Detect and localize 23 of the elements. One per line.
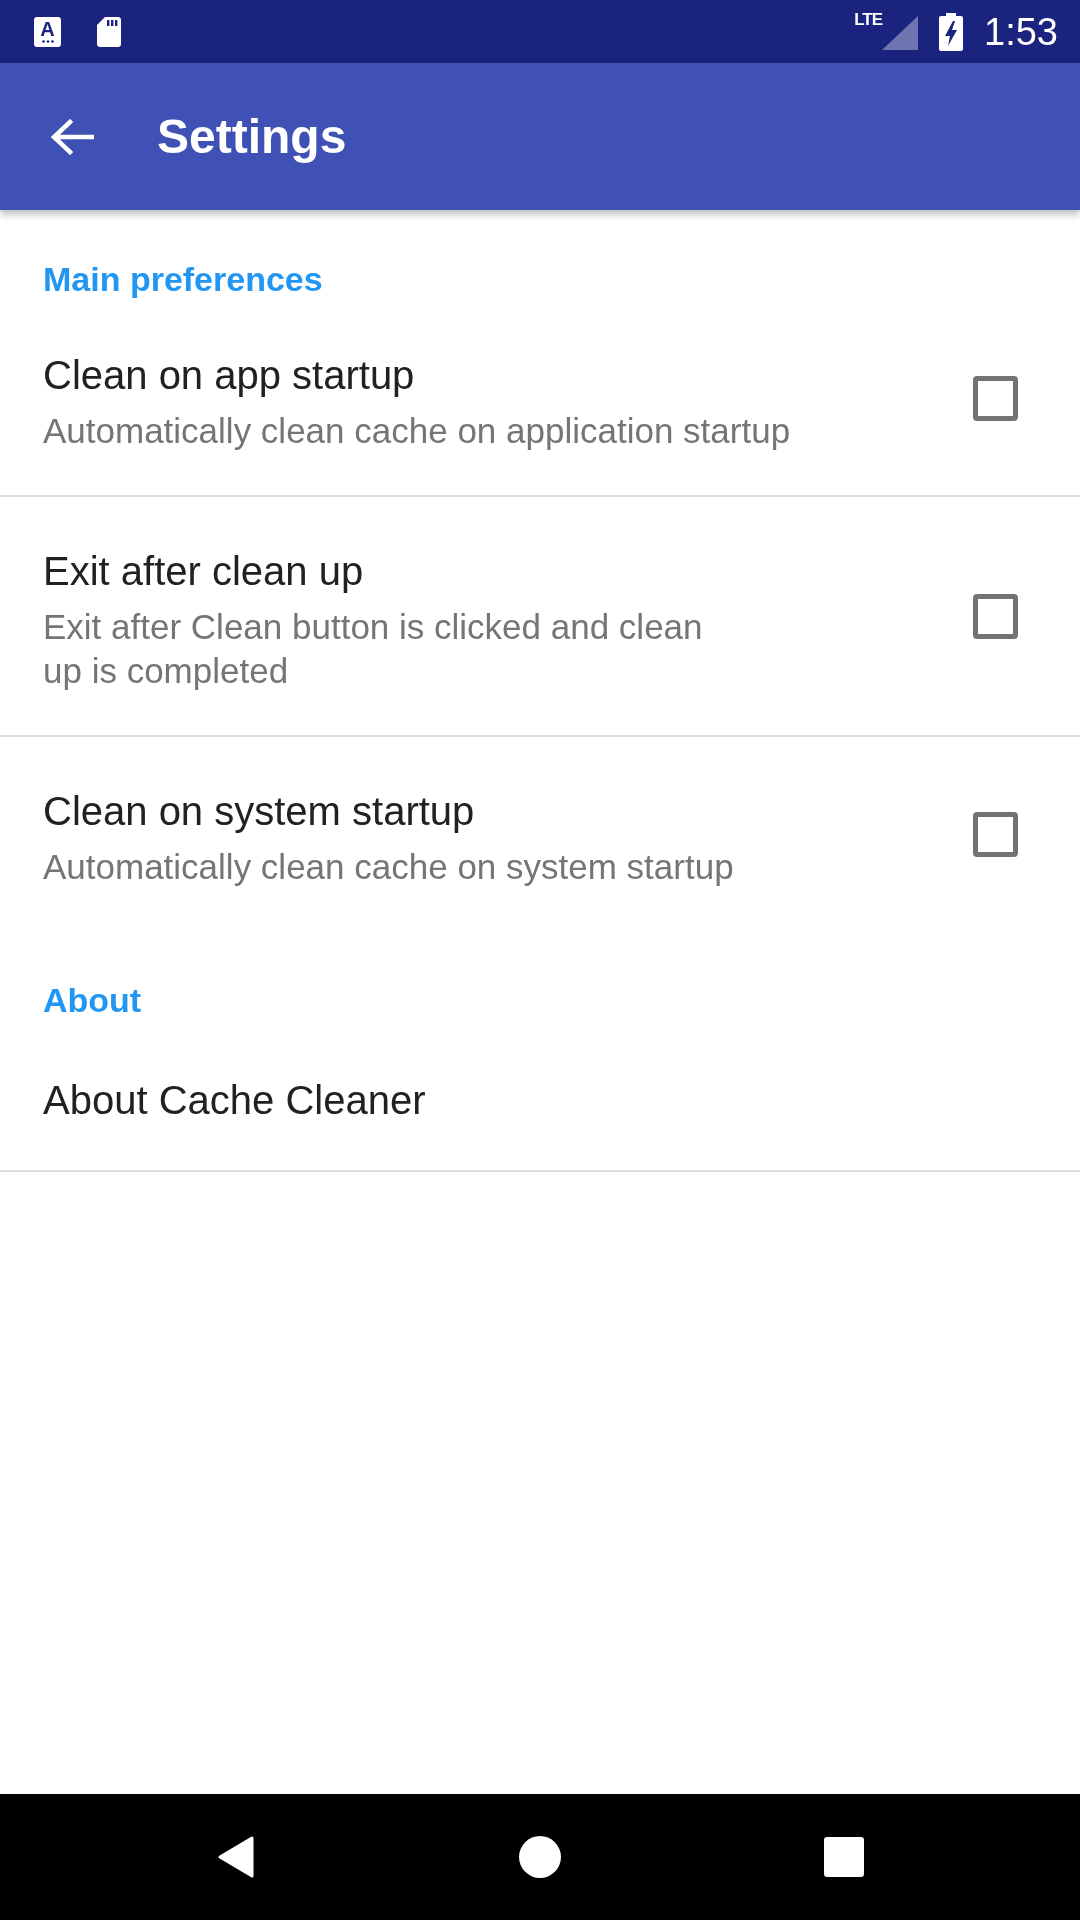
- checkbox[interactable]: [973, 811, 1018, 857]
- app-notification-icon: A: [34, 16, 61, 47]
- battery-charging-icon: [939, 12, 964, 51]
- clock: 1:53: [984, 9, 1058, 54]
- signal-icon: [882, 15, 919, 50]
- preference-title[interactable]: Clean on system startup: [43, 779, 949, 843]
- preference-summary: Automatically clean cache on application startup: [43, 410, 792, 452]
- category-header: About: [43, 980, 143, 1021]
- preference-title[interactable]: Exit after clean up: [43, 539, 949, 603]
- category-header: Main preferences: [43, 259, 324, 300]
- sd-card-icon: [97, 16, 121, 47]
- back-arrow-icon: [50, 118, 94, 155]
- preference-title[interactable]: About Cache Cleaner: [43, 1068, 1018, 1132]
- home-circle-icon: [519, 1836, 561, 1878]
- back-triangle-icon: [217, 1836, 255, 1878]
- checkbox[interactable]: [973, 375, 1018, 421]
- recents-square-icon: [824, 1837, 864, 1877]
- screen-title: Settings: [157, 108, 347, 165]
- checkbox[interactable]: [973, 593, 1018, 639]
- preference-summary: Exit after Clean button is clicked and clean up is completed: [43, 606, 704, 692]
- network-type: LTE: [854, 9, 883, 30]
- preference-summary: Automatically clean cache on system startup: [43, 846, 735, 888]
- preference-title[interactable]: Clean on app startup: [43, 343, 949, 407]
